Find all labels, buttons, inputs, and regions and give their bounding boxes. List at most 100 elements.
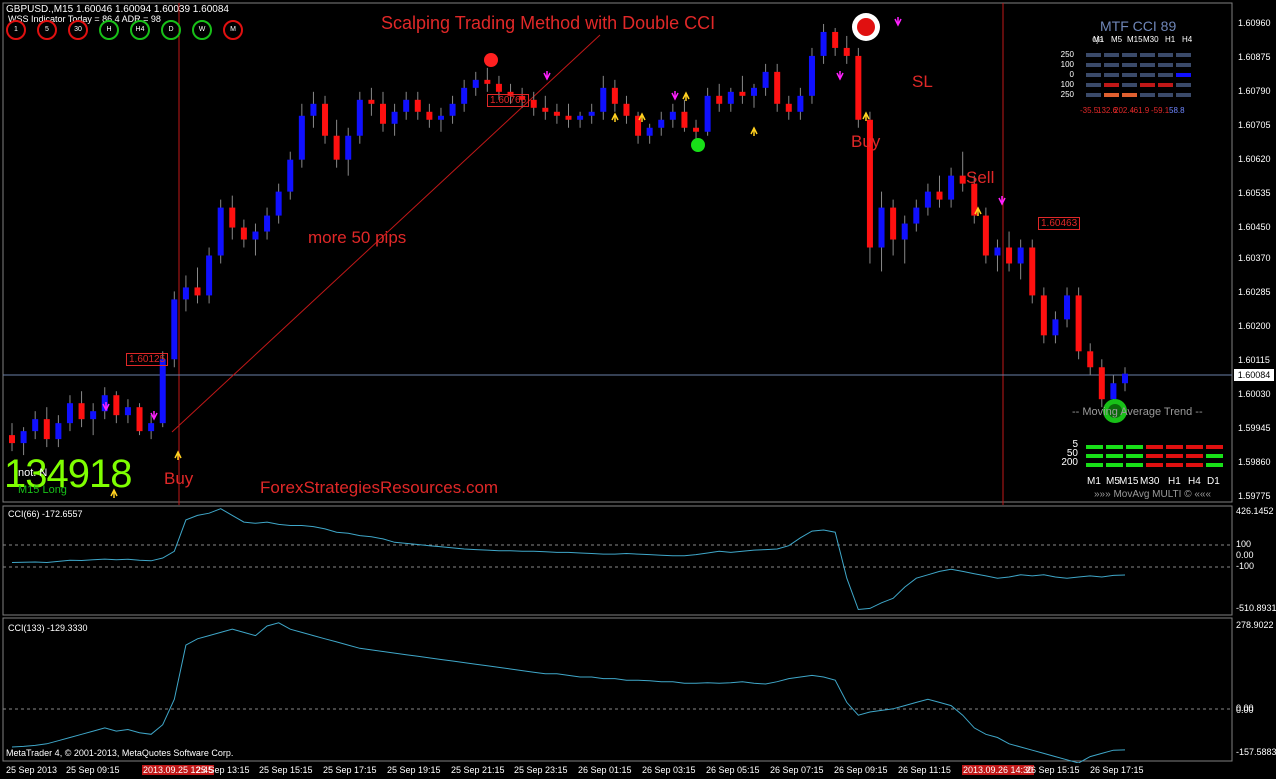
ma-tf-label: M1	[1087, 476, 1101, 487]
mtf-cci-cell	[1140, 53, 1155, 57]
time-tick-label: 26 Sep 01:15	[578, 765, 632, 775]
time-tick-label: 26 Sep 03:15	[642, 765, 696, 775]
mtf-tf-label: H4	[1182, 35, 1193, 44]
down-arrow-signal	[671, 91, 679, 101]
ma-trend-cell	[1086, 454, 1103, 458]
time-tick-label: 25 Sep 13:15	[196, 765, 250, 775]
mtf-cci-cell	[1140, 93, 1155, 97]
mtf-tf-label: M30	[1143, 35, 1159, 44]
time-tick-label: 25 Sep 23:15	[514, 765, 568, 775]
up-arrow-signal	[174, 450, 182, 460]
up-arrow-signal	[862, 111, 870, 121]
time-tick-label: 25 Sep 09:15	[66, 765, 120, 775]
mtf-cci-cell	[1086, 53, 1101, 57]
mtf-tf-label: M5	[1111, 35, 1123, 44]
ma-trend-cell	[1126, 445, 1143, 449]
ma-trend-cell	[1146, 445, 1163, 449]
mtf-cci-cell	[1104, 93, 1119, 97]
ma-trend-cell	[1186, 463, 1203, 467]
down-arrow-signal	[894, 17, 902, 27]
mtf-level-label: 250	[1060, 50, 1074, 59]
ma-trend-cell	[1086, 463, 1103, 467]
cci133-frame	[2, 617, 1233, 762]
cci66-svg	[2, 505, 1233, 616]
mtf-cci-panel: MTF CCI 89 cja M1 M5 M15 M30 H1 H4 250 100 0 100…	[1038, 18, 1210, 118]
mtf-cci-value: -59.1	[1151, 106, 1170, 115]
up-arrow-signal	[110, 488, 118, 498]
mtf-cci-cell	[1086, 73, 1101, 77]
mtf-level-label: 100	[1060, 80, 1074, 89]
ma-trend-cell	[1206, 445, 1223, 449]
cci-axis-label: 426.1452	[1236, 506, 1274, 516]
mtf-tf-label: M1	[1093, 35, 1105, 44]
mtf-cci-cell	[1176, 83, 1191, 87]
cci-axis-label: 0.00	[1236, 550, 1254, 560]
time-tick-label: 25 Sep 19:15	[387, 765, 441, 775]
cci-axis-label: 100	[1236, 539, 1252, 549]
cci133-panel[interactable]: CCI(133) -129.3330 278.9022 0.00 0.00 -157.…	[0, 617, 1276, 763]
cci-axis-label: -510.8931	[1236, 603, 1276, 613]
ma-trend-cell	[1186, 454, 1203, 458]
ma-trend-cell	[1206, 454, 1223, 458]
time-tick-label: 26 Sep 07:15	[770, 765, 824, 775]
ma-trend-cell	[1106, 463, 1123, 467]
mtf-cci-cell	[1176, 63, 1191, 67]
mtf-cci-cell	[1104, 53, 1119, 57]
up-arrow-signal	[682, 91, 690, 101]
cci66-panel[interactable]: CCI(66) -172.6557 426.1452 100 0.00 -100 -51…	[0, 505, 1276, 617]
mtf-cci-value: -61.9	[1131, 106, 1150, 115]
mtf-cci-title: MTF CCI 89	[1100, 18, 1177, 34]
mtf-cci-cell	[1176, 53, 1191, 57]
time-tick-label: 26 Sep 09:15	[834, 765, 888, 775]
mtf-cci-cell	[1140, 63, 1155, 67]
mtf-cci-cell	[1122, 83, 1137, 87]
mtf-cci-cell	[1122, 73, 1137, 77]
up-arrow-signal	[638, 112, 646, 122]
mtf-cci-cell	[1176, 93, 1191, 97]
ma-trend-cell	[1126, 454, 1143, 458]
time-tick-label: 26 Sep 11:15	[898, 765, 951, 775]
ma-trend-label: -- Moving Average Trend --	[1072, 406, 1203, 418]
ma-trend-cell	[1126, 463, 1143, 467]
time-tick-label: 2013.09.26 14:30	[962, 765, 1035, 775]
mtf-tf-label: M15	[1127, 35, 1143, 44]
cci-axis-label: -157.5883	[1236, 747, 1276, 757]
mtf-cci-value: 58.8	[1169, 106, 1185, 115]
cci66-label: CCI(66) -172.6557	[8, 509, 83, 519]
mtf-cci-cell	[1158, 93, 1173, 97]
time-tick-label: 25 Sep 15:15	[259, 765, 313, 775]
mtf-tf-label: H1	[1165, 35, 1176, 44]
mtf-cci-cell	[1122, 53, 1137, 57]
time-axis: 25 Sep 2013 25 Sep 09:15 2013.09.25 12:45 2…	[0, 763, 1276, 779]
mtf-cci-cell	[1158, 63, 1173, 67]
sun-marker-top	[852, 13, 880, 41]
mtf-cci-cell	[1140, 83, 1155, 87]
mtf-cci-cell	[1158, 53, 1173, 57]
down-arrow-signal	[998, 196, 1006, 206]
up-arrow-signal	[611, 112, 619, 122]
cci66-frame	[2, 505, 1233, 616]
time-tick-label: 26 Sep 17:15	[1090, 765, 1144, 775]
up-arrow-signal	[974, 206, 982, 216]
mtf-cci-cell	[1140, 73, 1155, 77]
cci-axis-label: 0.00	[1236, 705, 1254, 715]
ma-trend-cell	[1166, 454, 1183, 458]
ma-trend-cell	[1166, 463, 1183, 467]
green-dot-marker	[691, 138, 705, 152]
mtf-cci-value: -35.5	[1080, 106, 1099, 115]
ma-tf-label: H4	[1188, 476, 1201, 487]
movavg-label: »»» MovAvg MULTI © «««	[1094, 489, 1212, 500]
mtf-level-label: 250	[1060, 90, 1074, 99]
red-dot-marker	[484, 53, 498, 67]
ma-trend-cell	[1106, 445, 1123, 449]
mtf-cci-cell	[1086, 83, 1101, 87]
ma-tf-label: M5	[1106, 476, 1120, 487]
down-arrow-signal	[102, 402, 110, 412]
mtf-cci-cell	[1086, 93, 1101, 97]
ma-tf-label: H1	[1168, 476, 1181, 487]
mtf-cci-cell	[1104, 83, 1119, 87]
down-arrow-signal	[836, 71, 844, 81]
copyright: MetaTrader 4, © 2001-2013, MetaQuotes So…	[6, 748, 234, 758]
down-arrow-signal	[150, 411, 158, 421]
cci133-label: CCI(133) -129.3330	[8, 623, 88, 633]
